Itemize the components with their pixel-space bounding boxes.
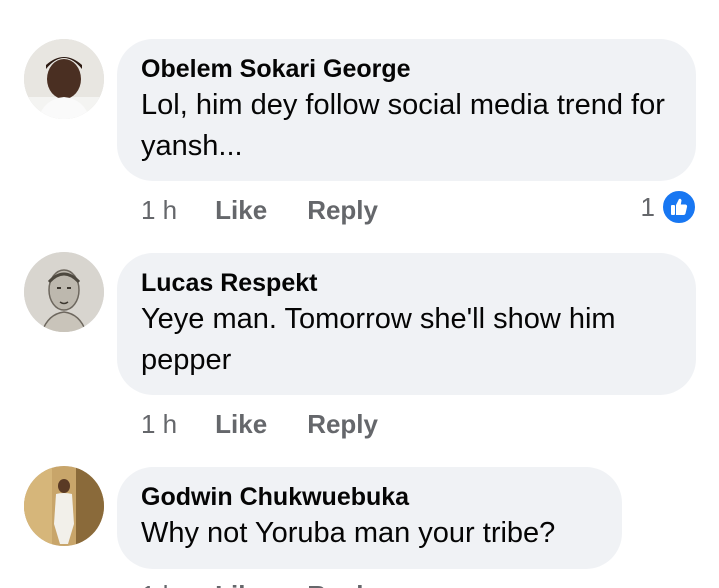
comment-actions: 1 h Like Reply — [141, 407, 378, 441]
avatar[interactable] — [24, 39, 104, 119]
comment-bubble: Lucas Respekt Yeye man. Tomorrow she'll … — [117, 253, 696, 395]
avatar[interactable] — [24, 466, 104, 546]
reply-button[interactable]: Reply — [307, 580, 378, 588]
comment-actions: 1 h Like Reply — [141, 578, 378, 588]
thumbs-up-icon — [661, 189, 697, 225]
comment-author[interactable]: Obelem Sokari George — [141, 53, 672, 85]
like-button[interactable]: Like — [215, 409, 267, 440]
comment-text: Why not Yoruba man your tribe? — [141, 517, 556, 549]
comment-text: Lol, him dey follow social media trend f… — [141, 89, 665, 162]
comment-thread: Obelem Sokari George Lol, him dey follow… — [0, 0, 719, 588]
comment-text: Yeye man. Tomorrow she'll show him peppe… — [141, 303, 616, 376]
reply-button[interactable]: Reply — [307, 195, 378, 226]
comment-author[interactable]: Godwin Chukwuebuka — [141, 481, 598, 513]
reply-button[interactable]: Reply — [307, 409, 378, 440]
comment-timestamp[interactable]: 1 h — [141, 580, 177, 588]
reaction-count: 1 — [640, 191, 655, 222]
avatar[interactable] — [24, 252, 104, 332]
comment-bubble: Obelem Sokari George Lol, him dey follow… — [117, 39, 696, 181]
comment-timestamp[interactable]: 1 h — [141, 409, 177, 440]
comment-bubble: Godwin Chukwuebuka Why not Yoruba man yo… — [117, 467, 622, 569]
like-button[interactable]: Like — [215, 580, 267, 588]
comment-timestamp[interactable]: 1 h — [141, 195, 177, 226]
like-button[interactable]: Like — [215, 195, 267, 226]
comment-actions: 1 h Like Reply — [141, 193, 378, 227]
reaction-summary[interactable]: 1 — [641, 189, 697, 225]
comment-author[interactable]: Lucas Respekt — [141, 267, 672, 299]
